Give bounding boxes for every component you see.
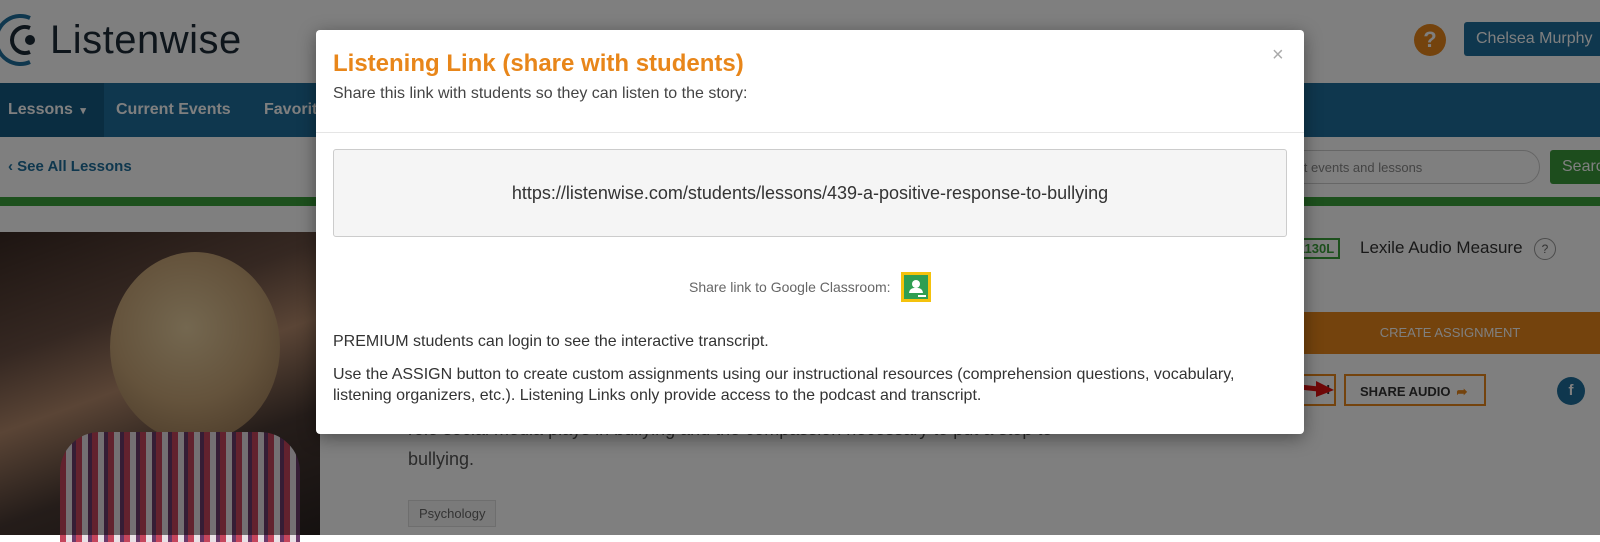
modal-title: Listening Link (share with students)	[333, 50, 744, 77]
google-classroom-icon[interactable]	[901, 272, 931, 302]
modal-subtitle: Share this link with students so they ca…	[333, 85, 748, 102]
premium-note: PREMIUM students can login to see the in…	[333, 333, 769, 350]
gc-person-body	[909, 288, 923, 293]
gc-person-head	[912, 280, 920, 288]
google-classroom-row: Share link to Google Classroom:	[316, 272, 1304, 302]
listening-link-field[interactable]: https://listenwise.com/students/lessons/…	[333, 149, 1287, 237]
assign-note: Use the ASSIGN button to create custom a…	[333, 366, 1235, 404]
listening-link-modal: Listening Link (share with students) Sha…	[316, 30, 1304, 434]
close-icon[interactable]: ×	[1272, 44, 1284, 67]
modal-header: Listening Link (share with students) Sha…	[316, 30, 1304, 133]
google-classroom-label: Share link to Google Classroom:	[689, 279, 891, 295]
gc-board-line	[918, 295, 926, 297]
